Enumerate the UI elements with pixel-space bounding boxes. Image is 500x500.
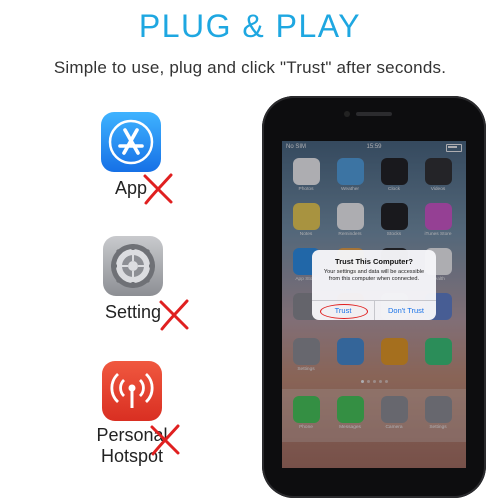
dont-trust-button[interactable]: Don't Trust [374, 301, 437, 320]
feature-setting-label: Setting [104, 302, 162, 322]
earpiece-speaker [356, 112, 392, 116]
trust-dialog: Trust This Computer? Your settings and d… [312, 250, 436, 320]
dialog-message: Your settings and data will be accessibl… [323, 269, 425, 282]
page-title: PLUG & PLAY [138, 8, 362, 44]
front-camera [344, 111, 350, 117]
page-subtitle: Simple to use, plug and click "Trust" af… [53, 58, 447, 77]
highlight-circle [320, 304, 368, 319]
dialog-buttons: Trust Don't Trust [312, 300, 436, 320]
feature-setting: Setting [63, 236, 203, 331]
hotspot-icon [102, 361, 162, 421]
cross-icon [157, 298, 191, 332]
dialog-title: Trust This Computer? [335, 257, 413, 266]
trust-button[interactable]: Trust [312, 301, 374, 320]
cross-icon [148, 423, 182, 457]
feature-hotspot: Personal Hotspot [62, 361, 202, 467]
cross-icon [141, 172, 175, 206]
app-store-icon [101, 112, 161, 172]
phone-screen: No SIM 15:59 Photos Weather Clock Videos Not… [282, 141, 466, 468]
settings-gear-icon [103, 236, 163, 296]
feature-app: App [61, 112, 201, 205]
